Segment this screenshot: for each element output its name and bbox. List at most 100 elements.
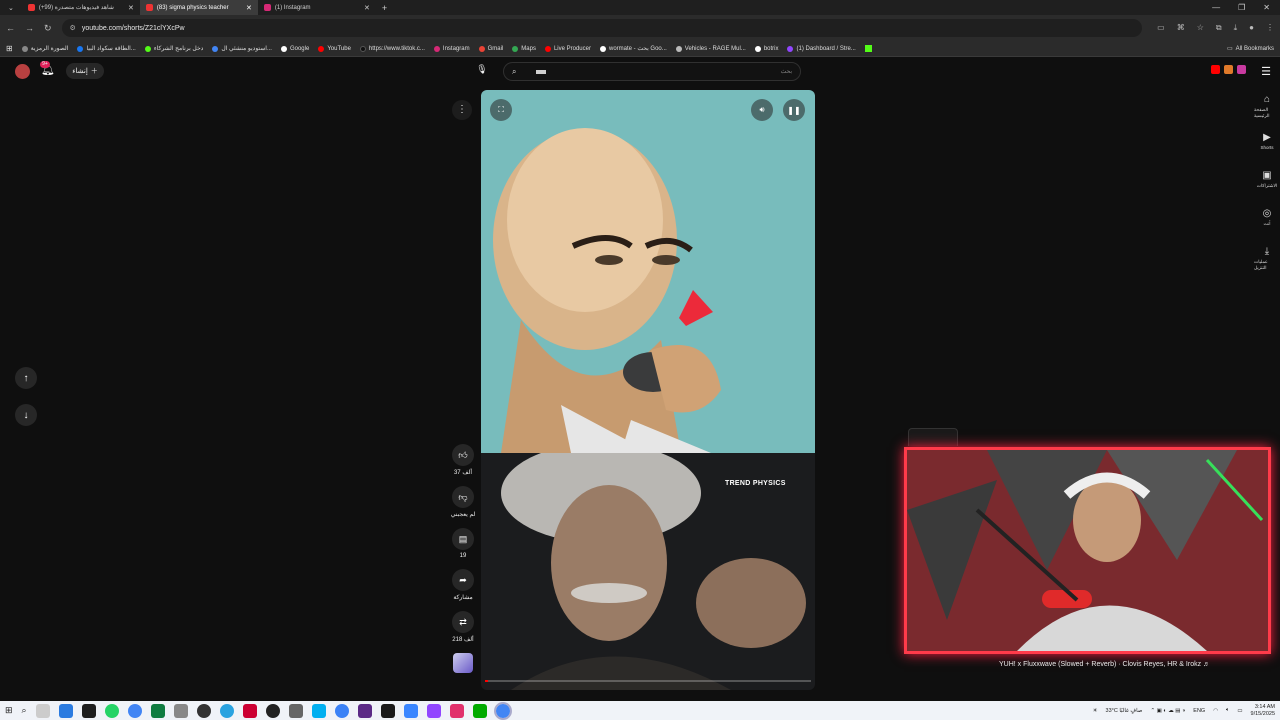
tab-trending[interactable]: شاهد فيديوهات متصدرة (99+) ✕: [22, 0, 140, 15]
skype-icon[interactable]: [311, 703, 326, 718]
guide-menu-icon[interactable]: ☰: [1261, 65, 1271, 78]
bookmark-item[interactable]: YouTube: [318, 45, 351, 52]
bookmark-item[interactable]: الصورة الرمزية: [21, 45, 68, 52]
nav-downloads[interactable]: ⤓ عمليات التنزيل: [1254, 246, 1280, 284]
obs-icon[interactable]: [196, 703, 211, 718]
wifi-icon[interactable]: ◠: [1213, 708, 1218, 714]
bookmark-item[interactable]: (1) Dashboard / Stre...: [787, 45, 856, 52]
new-tab-button[interactable]: +: [376, 3, 393, 13]
close-tab-icon[interactable]: ✕: [246, 4, 252, 12]
bookmark-item[interactable]: Vehicles - RAGE Mul...: [675, 45, 746, 52]
maximize-icon[interactable]: ❐: [1238, 3, 1245, 12]
bookmark-item[interactable]: Live Producer: [544, 45, 591, 52]
more-options-button[interactable]: ⋮: [452, 100, 472, 120]
bookmark-item[interactable]: الطاقة سكواد البيا...: [77, 45, 136, 52]
app-icon[interactable]: [242, 703, 257, 718]
search-icon[interactable]: ⌕: [512, 67, 516, 77]
language-indicator[interactable]: ENG: [1193, 708, 1205, 714]
steam-icon[interactable]: [265, 703, 280, 718]
avatar[interactable]: [15, 64, 30, 79]
clock[interactable]: 3:14 AM 9/15/2025: [1251, 704, 1275, 718]
bookmark-item[interactable]: دخل برنامج الشركاء: [144, 45, 203, 52]
close-window-icon[interactable]: ✕: [1263, 3, 1270, 12]
bookmark-item[interactable]: Google: [280, 45, 309, 52]
search-input[interactable]: ⌕ بحث: [503, 62, 801, 81]
bookmark-item[interactable]: Gmail: [478, 45, 503, 52]
next-short-button[interactable]: ↓: [15, 404, 37, 426]
kick-bookmark-icon[interactable]: [864, 45, 872, 52]
fullscreen-button[interactable]: ⛶: [490, 99, 512, 121]
speaker-icon[interactable]: 🔈︎: [1226, 707, 1229, 714]
video-progress-bar[interactable]: [485, 680, 811, 682]
nav-home[interactable]: ⌂ الصفحة الرئيسية: [1254, 94, 1280, 132]
previous-short-button[interactable]: ↑: [15, 367, 37, 389]
bookmark-item[interactable]: Instagram: [433, 45, 470, 52]
chrome-icon[interactable]: [127, 703, 142, 718]
downloads-icon[interactable]: ⤓: [1234, 23, 1238, 33]
tab-instagram[interactable]: (1) Instagram ✕: [258, 0, 376, 15]
app-icon[interactable]: [380, 703, 395, 718]
forward-icon[interactable]: →: [25, 23, 34, 33]
start-icon[interactable]: ⊞: [5, 705, 13, 716]
bookmark-star-icon[interactable]: ☆: [1197, 23, 1204, 33]
cast-icon[interactable]: ▭: [1157, 23, 1165, 33]
search-icon[interactable]: ⌕: [22, 705, 27, 716]
pause-button[interactable]: ❚❚: [783, 99, 805, 121]
channel-thumbnail[interactable]: [453, 653, 473, 673]
bookmark-item[interactable]: استوديو منشئي ال...: [212, 45, 272, 52]
url-input[interactable]: ⚙ youtube.com/shorts/Z21clYXcPw: [61, 19, 1142, 37]
remix-button[interactable]: ⇄: [452, 611, 474, 633]
like-button[interactable]: 👍︎: [452, 444, 474, 466]
notification-badge: 9+: [40, 61, 50, 68]
minimize-icon[interactable]: —: [1212, 3, 1220, 12]
app-icon[interactable]: [81, 703, 96, 718]
close-tab-icon[interactable]: ✕: [128, 4, 134, 12]
premiere-icon[interactable]: [357, 703, 372, 718]
volume-button[interactable]: 🔊︎: [751, 99, 773, 121]
weather-icon[interactable]: ☀: [1093, 708, 1098, 714]
close-tab-icon[interactable]: ✕: [364, 4, 370, 12]
edge-icon[interactable]: [58, 703, 73, 718]
bookmark-item[interactable]: wormate - بحث Goo...: [599, 45, 667, 52]
bookmark-item[interactable]: https://www.tiktok.c...: [359, 45, 425, 52]
nav-you[interactable]: ◎ أنت: [1254, 208, 1280, 246]
telegram-icon[interactable]: [219, 703, 234, 718]
twitch-icon[interactable]: [426, 703, 441, 718]
menu-icon[interactable]: ⋮: [1266, 23, 1274, 33]
app-icon[interactable]: [173, 703, 188, 718]
share-button[interactable]: ➦: [452, 569, 474, 591]
nav-subscriptions[interactable]: ▣ الاشتراكات: [1254, 170, 1280, 208]
comments-button[interactable]: ▤: [452, 528, 474, 550]
excel-icon[interactable]: [150, 703, 165, 718]
tab-search-icon[interactable]: ⌄: [0, 4, 22, 12]
task-view-icon[interactable]: [35, 703, 50, 718]
app-icon[interactable]: [288, 703, 303, 718]
whatsapp-icon[interactable]: [104, 703, 119, 718]
profile-icon[interactable]: ●: [1249, 23, 1254, 33]
extension-icon[interactable]: [1237, 65, 1246, 74]
nav-shorts[interactable]: ▶ Shorts: [1254, 132, 1280, 170]
site-info-icon[interactable]: ⚙: [70, 24, 76, 32]
bookmark-item[interactable]: Maps: [512, 45, 536, 52]
bookmark-item[interactable]: botrix: [754, 45, 778, 52]
app-icon[interactable]: [449, 703, 464, 718]
extensions-icon[interactable]: ⧉: [1216, 23, 1222, 33]
shorts-video-player[interactable]: ⛶ 🔊︎ ❚❚ TREND PHYSICS: [481, 90, 815, 690]
app-icon[interactable]: [472, 703, 487, 718]
create-button[interactable]: إنشاء ＋: [66, 63, 104, 79]
apps-grid-icon[interactable]: ⊞: [6, 44, 13, 53]
microphone-icon[interactable]: 🎙︎: [474, 64, 490, 80]
tray-icons[interactable]: ⌃ ▣ ◐ ☁ ▤ ◑: [1150, 708, 1185, 714]
dislike-button[interactable]: 👎︎: [452, 486, 474, 508]
youtube-logo-icon[interactable]: [1211, 65, 1220, 74]
chrome-active-icon[interactable]: [493, 701, 512, 720]
translate-icon[interactable]: ⌘: [1177, 23, 1185, 33]
back-icon[interactable]: ←: [6, 23, 15, 33]
all-bookmarks[interactable]: ▭ All Bookmarks: [1227, 45, 1274, 53]
app-icon[interactable]: [403, 703, 418, 718]
extension-icon[interactable]: [1224, 65, 1233, 74]
battery-icon[interactable]: ▭: [1237, 708, 1242, 714]
app-icon[interactable]: [334, 703, 349, 718]
reload-icon[interactable]: ↻: [44, 23, 52, 34]
tab-sigma-physics[interactable]: (83) sigma physics teacher ✕: [139, 0, 258, 15]
